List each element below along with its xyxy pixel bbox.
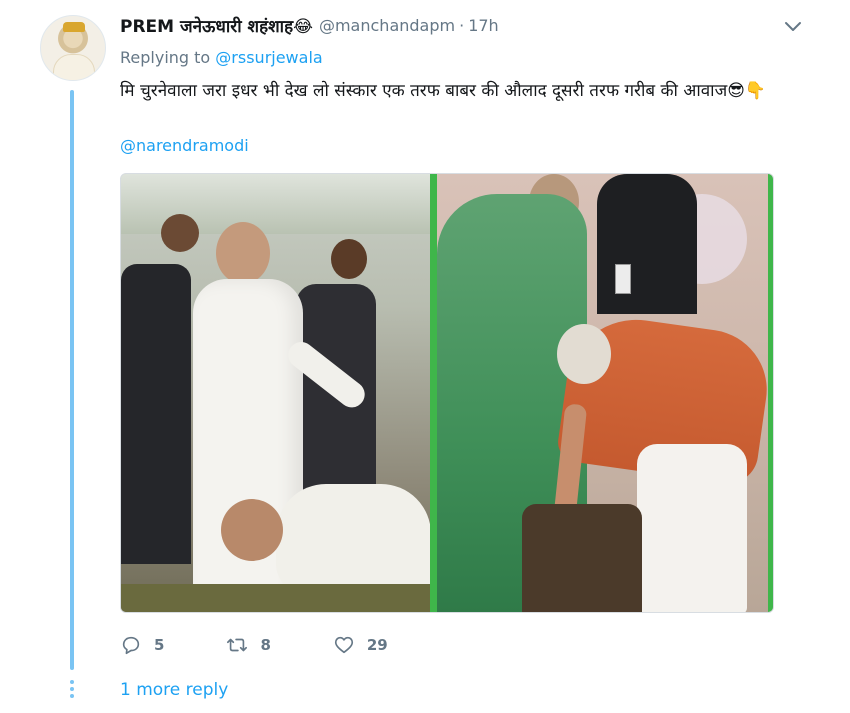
photo-edge — [768, 174, 773, 612]
id-badge — [615, 264, 631, 294]
photo-right-panel — [437, 174, 773, 612]
more-replies-link[interactable]: 1 more reply — [120, 680, 228, 700]
person-head — [331, 239, 367, 279]
thread-dot — [70, 680, 74, 684]
photo-left-panel — [121, 174, 431, 612]
avatar-hat-shape — [63, 22, 85, 32]
tweet-photo[interactable] — [120, 173, 774, 613]
mention-link[interactable]: @narendramodi — [120, 136, 249, 155]
bowing-figure — [276, 484, 431, 594]
ground-shape — [121, 584, 430, 612]
replying-prefix: Replying to — [120, 48, 216, 67]
user-handle[interactable]: @manchandapm — [319, 16, 455, 35]
thread-dot — [70, 687, 74, 691]
person-black-suit — [597, 174, 697, 314]
chevron-down-icon[interactable] — [784, 20, 802, 34]
separator: · — [459, 15, 465, 35]
tweet-header: PREM जनेऊधारी शहंशाह😂 @manchandapm · 17h — [120, 12, 499, 38]
person-head — [216, 222, 270, 284]
like-button[interactable]: 29 — [333, 634, 388, 656]
retweet-icon — [227, 638, 248, 652]
person-head — [221, 499, 283, 561]
retweet-button[interactable]: 8 — [226, 634, 271, 656]
person-dark-left — [121, 264, 191, 564]
reply-icon — [122, 636, 140, 655]
replying-to: Replying to @rssurjewala — [120, 48, 323, 67]
replying-to-link[interactable]: @rssurjewala — [215, 48, 322, 67]
person-head — [557, 324, 611, 384]
chair-shape — [522, 504, 642, 612]
tweet-actions: 5 8 29 — [120, 630, 450, 660]
thread-dot — [70, 694, 74, 698]
display-name[interactable]: PREM जनेऊधारी शहंशाह😂 — [120, 14, 313, 37]
reply-count: 5 — [154, 636, 165, 654]
tweet-text: मि चुरनेवाला जरा इधर भी देख लो संस्कार ए… — [120, 81, 767, 101]
thread-dots — [69, 680, 75, 701]
photo-divider — [430, 174, 437, 612]
avatar-body-shape — [53, 54, 95, 80]
retweet-count: 8 — [260, 636, 271, 654]
like-count: 29 — [366, 636, 388, 654]
like-icon — [334, 636, 353, 654]
reply-button[interactable]: 5 — [120, 634, 164, 656]
person-head — [161, 214, 199, 252]
white-trousers — [637, 444, 747, 612]
timestamp[interactable]: 17h — [468, 16, 499, 35]
avatar[interactable] — [40, 15, 106, 81]
thread-line — [70, 90, 74, 670]
